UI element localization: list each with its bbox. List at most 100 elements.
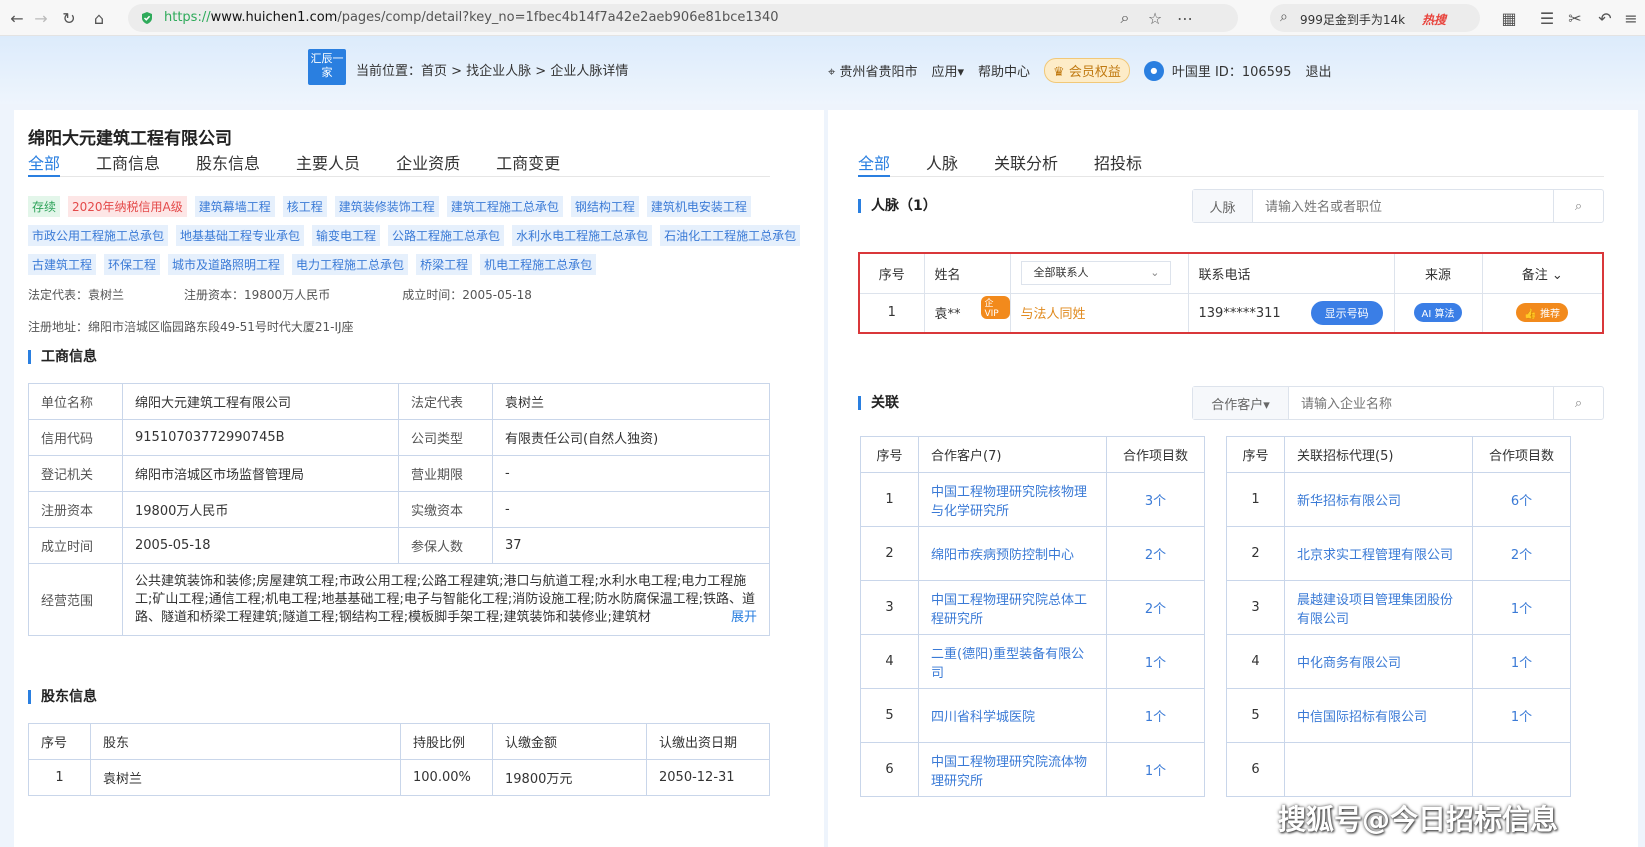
qualification-tag: 公路工程施工总承包 bbox=[388, 225, 505, 246]
section-title-contacts: 人脉（1） bbox=[858, 199, 937, 213]
relation-search-input[interactable] bbox=[1289, 387, 1553, 419]
favorites-icon[interactable]: ☰ bbox=[1536, 7, 1558, 29]
tab-shareholders[interactable]: 股东信息 bbox=[196, 150, 260, 174]
company-tabs: 全部 工商信息 股东信息 主要人员 企业资质 工商变更 bbox=[28, 150, 560, 174]
tab-key-personnel[interactable]: 主要人员 bbox=[296, 150, 360, 174]
company-link[interactable]: 四川省科学城医院 bbox=[918, 688, 1107, 743]
search-icon[interactable]: ⌕ bbox=[1553, 190, 1603, 222]
tab-relation-analysis[interactable]: 关联分析 bbox=[994, 150, 1058, 174]
section-title-relations: 关联 bbox=[858, 396, 899, 410]
project-count-link[interactable]: 2个 bbox=[1106, 580, 1205, 635]
zoom-icon[interactable]: ⌕ bbox=[1114, 7, 1136, 29]
project-count-link[interactable]: 3个 bbox=[1106, 472, 1205, 527]
qualification-tag: 机电工程施工总承包 bbox=[480, 254, 597, 275]
company-link[interactable]: 中国工程物理研究院核物理与化学研究所 bbox=[918, 472, 1107, 527]
apps-menu[interactable]: 应用▾ bbox=[931, 61, 964, 80]
project-count-link[interactable]: 2个 bbox=[1106, 526, 1205, 581]
help-center-link[interactable]: 帮助中心 bbox=[978, 61, 1030, 80]
expand-link[interactable]: 展开 bbox=[726, 608, 757, 627]
tab-changes[interactable]: 工商变更 bbox=[496, 150, 560, 174]
project-count-link[interactable]: 2个 bbox=[1472, 526, 1571, 581]
row-index: 5 bbox=[860, 688, 919, 743]
project-count-link[interactable]: 1个 bbox=[1472, 634, 1571, 689]
project-count-link[interactable]: 1个 bbox=[1106, 742, 1205, 797]
bookmark-star-icon[interactable]: ☆ bbox=[1144, 7, 1166, 29]
company-detail-panel: 绵阳大元建筑工程有限公司 全部 工商信息 股东信息 主要人员 企业资质 工商变更… bbox=[14, 110, 824, 847]
menu-icon[interactable]: ≡ bbox=[1620, 7, 1642, 29]
apps-grid-icon[interactable]: ▦ bbox=[1498, 7, 1520, 29]
search-icon: ⌕ bbox=[1280, 9, 1288, 25]
project-count-link[interactable]: 6个 bbox=[1472, 472, 1571, 527]
reload-icon[interactable]: ↻ bbox=[58, 7, 80, 29]
project-count-link[interactable]: 1个 bbox=[1472, 688, 1571, 743]
crown-icon: ♛ bbox=[1053, 65, 1065, 80]
browser-search-box[interactable]: ⌕ 999足金到手为14k 热搜 bbox=[1270, 4, 1480, 32]
undo-icon[interactable]: ↶ bbox=[1594, 7, 1616, 29]
qualification-tag: 电力工程施工总承包 bbox=[292, 254, 409, 275]
project-count-link[interactable]: 1个 bbox=[1106, 688, 1205, 743]
user-info[interactable]: ● 叶国里 ID：106595 bbox=[1143, 60, 1291, 81]
table-row: 3 晨越建设项目管理集团股份有限公司 1个 bbox=[1226, 580, 1571, 635]
project-count-link[interactable]: 1个 bbox=[1106, 634, 1205, 689]
company-link[interactable]: 中国工程物理研究院总体工程研究所 bbox=[918, 580, 1107, 635]
company-link[interactable]: 二重(德阳)重型装备有限公司 bbox=[918, 634, 1107, 689]
table-row: 3 中国工程物理研究院总体工程研究所 2个 bbox=[860, 580, 1205, 635]
company-link[interactable]: 晨越建设项目管理集团股份有限公司 bbox=[1284, 580, 1473, 635]
relation-search-category[interactable]: 合作客户▾ bbox=[1193, 387, 1289, 419]
hot-search-badge: 热搜 bbox=[1422, 13, 1447, 27]
tab-contacts[interactable]: 人脉 bbox=[926, 150, 958, 174]
tab-divider bbox=[28, 176, 770, 177]
breadcrumb: 当前位置：首页 > 找企业人脉 > 企业人脉详情 bbox=[356, 64, 629, 79]
qualification-tag: 城市及道路照明工程 bbox=[168, 254, 285, 275]
tab-business-info[interactable]: 工商信息 bbox=[96, 150, 160, 174]
tab-all[interactable]: 全部 bbox=[28, 150, 60, 174]
vip-badge: 企VIP bbox=[980, 295, 1010, 319]
active-tab-indicator bbox=[28, 175, 60, 177]
company-link[interactable]: 中化商务有限公司 bbox=[1284, 634, 1473, 689]
show-number-button[interactable]: 显示号码 bbox=[1310, 300, 1383, 325]
tab-bidding[interactable]: 招投标 bbox=[1094, 150, 1142, 174]
contacts-table: 序号 姓名 全部联系人 ⌄ 联系电话 来源 备注 ⌄ 1 袁** 企VIP 与法人同… bbox=[860, 254, 1602, 332]
search-icon[interactable]: ⌕ bbox=[1553, 387, 1603, 419]
member-benefits-button[interactable]: ♛ 会员权益 bbox=[1044, 58, 1130, 83]
table-row: 2 绵阳市疾病预防控制中心 2个 bbox=[860, 526, 1205, 581]
home-icon[interactable]: ⌂ bbox=[88, 7, 110, 29]
scissors-icon[interactable]: ✂ bbox=[1564, 7, 1586, 29]
project-count-link[interactable]: 1个 bbox=[1472, 580, 1571, 635]
contact-filter-dropdown[interactable]: 全部联系人 ⌄ bbox=[1020, 261, 1171, 286]
location-link[interactable]: ⌖ 贵州省贵阳市 bbox=[828, 61, 917, 80]
agents-table: 序号 关联招标代理(5) 合作项目数 1 新华招标有限公司 6个 2 北京求实工程管理有… bbox=[1226, 436, 1571, 797]
more-icon[interactable]: ⋯ bbox=[1174, 7, 1196, 29]
company-link[interactable]: 中国工程物理研究院流体物理研究所 bbox=[918, 742, 1107, 797]
company-link[interactable]: 绵阳市疾病预防控制中心 bbox=[918, 526, 1107, 581]
back-icon[interactable]: ← bbox=[6, 7, 28, 29]
site-logo[interactable]: 汇辰一家 bbox=[308, 49, 346, 85]
row-index: 6 bbox=[1226, 742, 1285, 797]
tab-qualifications[interactable]: 企业资质 bbox=[396, 150, 460, 174]
forward-icon[interactable]: → bbox=[30, 7, 52, 29]
company-name: 绵阳大元建筑工程有限公司 bbox=[28, 129, 232, 149]
company-link[interactable]: 北京求实工程管理有限公司 bbox=[1284, 526, 1473, 581]
clients-table: 序号 合作客户(7) 合作项目数 1 中国工程物理研究院核物理与化学研究所 3个 2 绵… bbox=[860, 436, 1205, 797]
contact-search-input[interactable] bbox=[1253, 190, 1553, 222]
table-row: 6 bbox=[1226, 742, 1571, 797]
active-tab-indicator bbox=[858, 175, 890, 177]
note-header[interactable]: 备注 ⌄ bbox=[1481, 254, 1602, 294]
location-pin-icon: ⌖ bbox=[828, 65, 836, 80]
status-badge: 存续 bbox=[28, 196, 61, 217]
tab-all-network[interactable]: 全部 bbox=[858, 150, 890, 174]
table-row: 1 新华招标有限公司 6个 bbox=[1226, 472, 1571, 527]
contact-search-category[interactable]: 人脉 bbox=[1193, 190, 1253, 222]
company-link[interactable]: 新华招标有限公司 bbox=[1284, 472, 1473, 527]
thumbs-up-icon: 👍 bbox=[1524, 309, 1537, 321]
table-row: 5 中信国际招标有限公司 1个 bbox=[1226, 688, 1571, 743]
address-bar[interactable]: https://www.huichen1.com/pages/comp/deta… bbox=[128, 4, 1238, 32]
qualification-tag: 桥梁工程 bbox=[416, 254, 473, 275]
qualification-tag: 地基基础工程专业承包 bbox=[176, 225, 305, 246]
chevron-down-icon: ⌄ bbox=[1551, 267, 1563, 283]
company-link bbox=[1284, 742, 1473, 797]
table-row: 2 北京求实工程管理有限公司 2个 bbox=[1226, 526, 1571, 581]
logout-link[interactable]: 退出 bbox=[1305, 61, 1331, 80]
network-tabs: 全部 人脉 关联分析 招投标 bbox=[858, 150, 1142, 174]
company-link[interactable]: 中信国际招标有限公司 bbox=[1284, 688, 1473, 743]
